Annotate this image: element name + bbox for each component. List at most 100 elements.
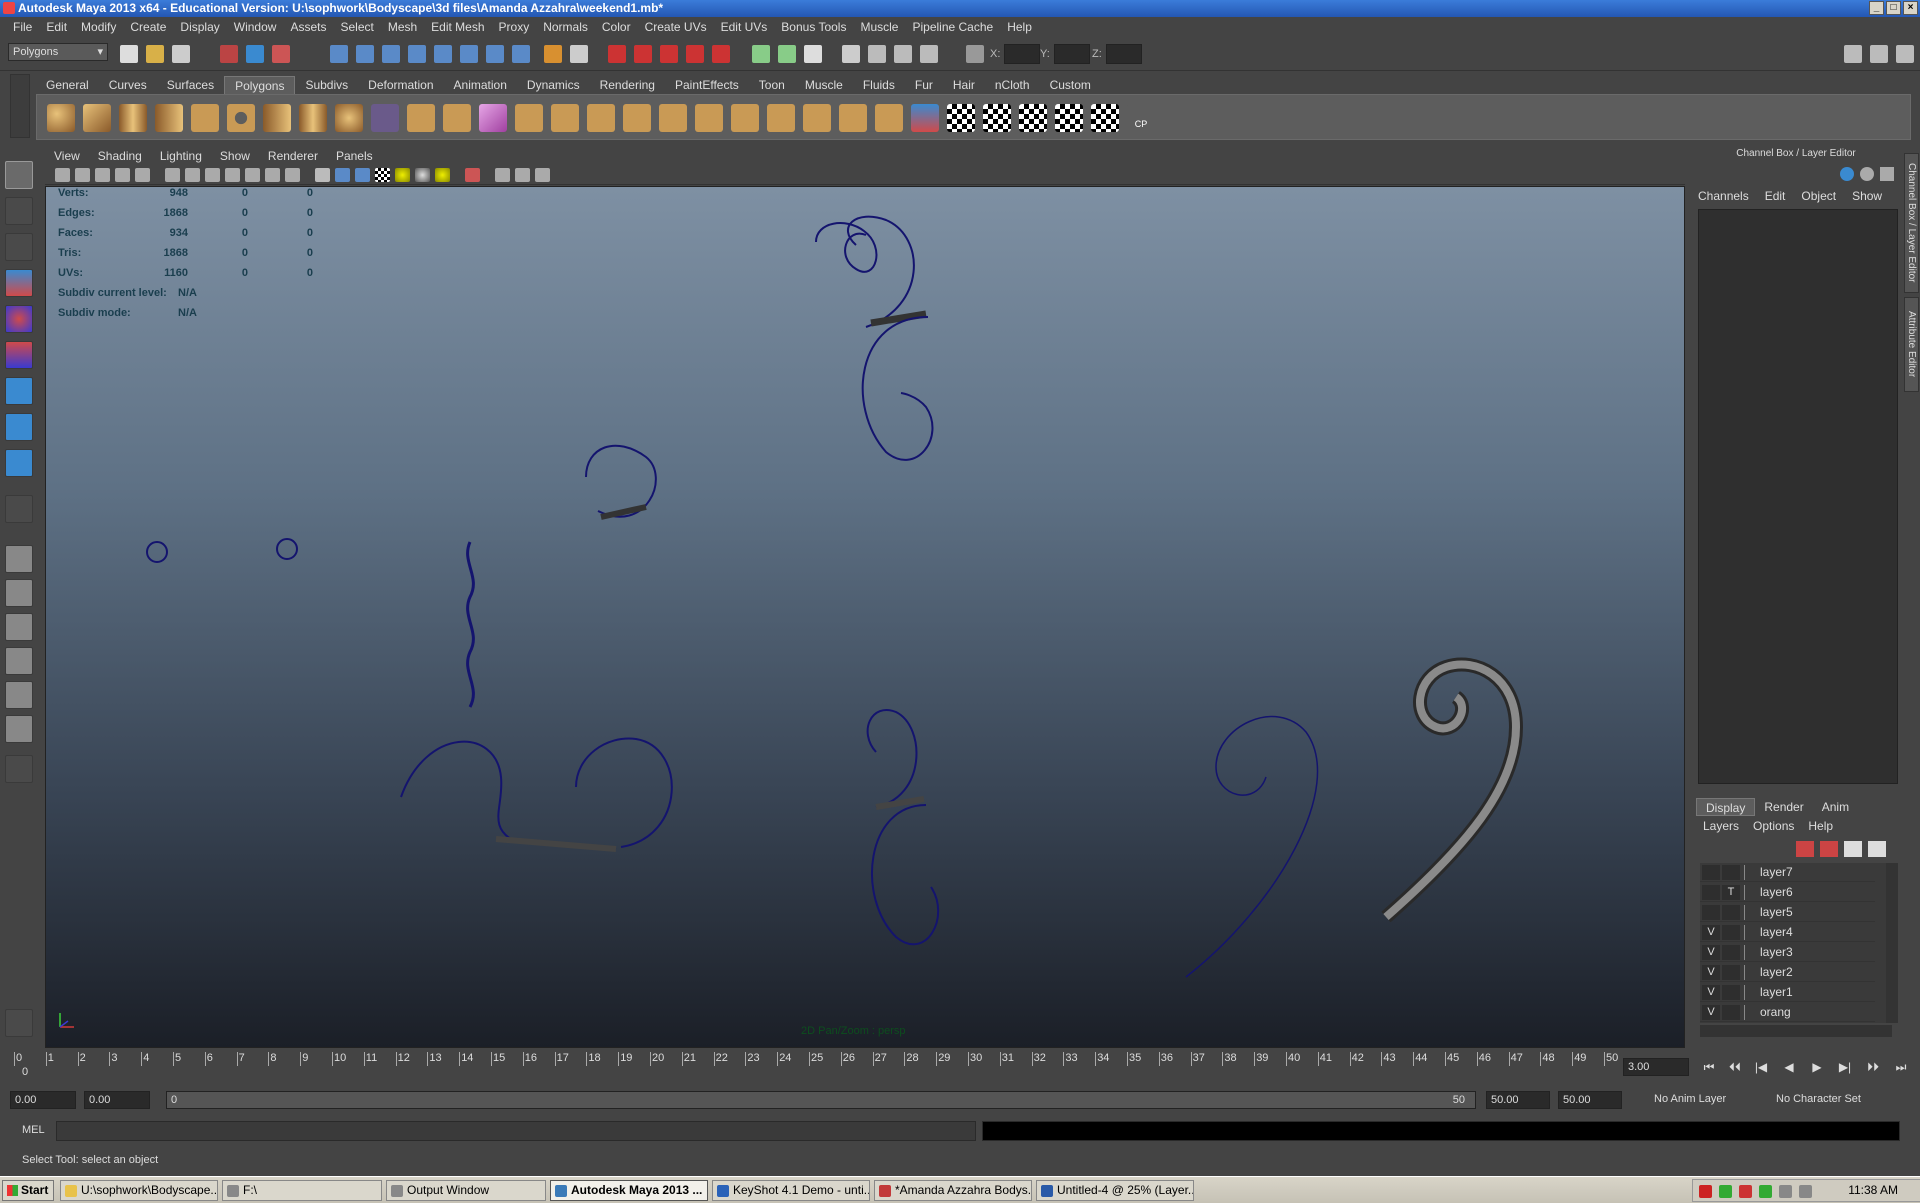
image-plane-icon[interactable]	[115, 168, 130, 182]
viewport-menu-view[interactable]: View	[45, 149, 89, 163]
menu-assets[interactable]: Assets	[283, 20, 333, 34]
layer-tab-anim[interactable]: Anim	[1813, 798, 1858, 816]
spherical-mapping-icon[interactable]	[1019, 104, 1047, 132]
xray-joints-icon[interactable]	[515, 168, 530, 182]
layer-color-swatch[interactable]	[1744, 1005, 1758, 1020]
smooth-icon[interactable]	[479, 104, 507, 132]
poly-cylinder-icon[interactable]	[119, 104, 147, 132]
chain[interactable]	[466, 541, 475, 708]
graph-editor-layout-icon[interactable]	[5, 647, 33, 675]
tool-settings-icon[interactable]	[5, 1009, 33, 1037]
shelf-tab-toon[interactable]: Toon	[749, 76, 795, 94]
boolean-icon[interactable]	[443, 104, 471, 132]
poly-prism-icon[interactable]	[263, 104, 291, 132]
shelf-options-handle[interactable]	[10, 74, 30, 138]
transform-mode-icon[interactable]	[966, 45, 984, 63]
layer-type-toggle[interactable]	[1722, 905, 1740, 920]
snap-point-icon[interactable]	[382, 45, 400, 63]
create-empty-layer-icon[interactable]	[1844, 841, 1862, 857]
shelf-tab-deformation[interactable]: Deformation	[358, 76, 443, 94]
select-camera-icon[interactable]	[55, 168, 70, 182]
xray-icon[interactable]	[495, 168, 510, 182]
layer-visibility-toggle[interactable]	[1702, 865, 1720, 880]
step-back-key-button[interactable]: ⏴⏴	[1726, 1059, 1744, 1075]
step-forward-key-button[interactable]: ⏵⏵	[1864, 1059, 1882, 1075]
layer-row[interactable]: Vlayer2	[1700, 963, 1875, 982]
channel-box-icon[interactable]	[1840, 167, 1854, 181]
lock-icon[interactable]	[544, 45, 562, 63]
x-coord-field[interactable]	[1004, 44, 1040, 64]
offset-edge-loop-icon[interactable]	[731, 104, 759, 132]
z-coord-field[interactable]	[1106, 44, 1142, 64]
bottom-left-curl[interactable]	[575, 737, 673, 848]
right-thin-curve[interactable]	[1185, 715, 1319, 978]
update-tray-icon[interactable]	[1759, 1185, 1772, 1198]
layer-row[interactable]: Tlayer6	[1700, 883, 1875, 902]
channel-box-area[interactable]	[1698, 209, 1898, 784]
poly-torus-icon[interactable]	[227, 104, 255, 132]
render-current-frame-icon[interactable]	[608, 45, 626, 63]
combine-icon[interactable]	[371, 104, 399, 132]
construction-history-icon[interactable]	[570, 45, 588, 63]
menu-help[interactable]: Help	[1000, 20, 1039, 34]
animation-start-field[interactable]: 0.00	[10, 1091, 76, 1109]
layer-list-hscrollbar[interactable]	[1700, 1025, 1892, 1037]
viewport-menu-show[interactable]: Show	[211, 149, 259, 163]
bottom-left-scroll[interactable]	[400, 740, 617, 850]
reduce-icon[interactable]	[515, 104, 543, 132]
step-forward-frame-button[interactable]: ▶|	[1836, 1059, 1854, 1075]
perspective-viewport[interactable]: Verts: 948 0 0 Edges: 1868 0 0 Faces: 934 0 0 Tri…	[45, 186, 1685, 1048]
character-set-dropdown[interactable]: No Character Set	[1772, 1091, 1892, 1109]
side-tab-channel-box[interactable]: Channel Box / Layer Editor	[1904, 153, 1919, 293]
select-tool-icon[interactable]	[5, 161, 33, 189]
select-by-component-icon[interactable]	[272, 45, 290, 63]
xray-components-icon[interactable]	[535, 168, 550, 182]
menu-set-dropdown[interactable]: Polygons	[8, 43, 108, 61]
hud-toggle-icon[interactable]	[285, 168, 300, 182]
taskbar-item-output-window[interactable]: Output Window	[386, 1180, 546, 1201]
layer-menu-layers[interactable]: Layers	[1696, 819, 1746, 833]
menu-color[interactable]: Color	[595, 20, 638, 34]
channel-box-layer-icon[interactable]	[1880, 167, 1894, 181]
snap-plane-icon[interactable]	[408, 45, 426, 63]
snap-curve-icon[interactable]	[356, 45, 374, 63]
layer-color-swatch[interactable]	[1744, 925, 1758, 940]
soft-modification-icon[interactable]	[5, 413, 33, 441]
shelf-tab-fur[interactable]: Fur	[905, 76, 943, 94]
camera-attributes-icon[interactable]	[75, 168, 90, 182]
layer-list-scrollbar[interactable]	[1886, 863, 1898, 1023]
taskbar-item-drive-f[interactable]: F:\	[222, 1180, 382, 1201]
select-by-object-icon[interactable]	[246, 45, 264, 63]
hypershade-layout-icon[interactable]	[5, 681, 33, 709]
menu-bonus-tools[interactable]: Bonus Tools	[774, 20, 853, 34]
shelf-tab-ncloth[interactable]: nCloth	[985, 76, 1040, 94]
merge-icon[interactable]	[767, 104, 795, 132]
planar-mapping-icon[interactable]	[947, 104, 975, 132]
layer-row[interactable]: layer5	[1700, 903, 1875, 922]
last-tool-icon[interactable]	[5, 495, 33, 523]
poly-plane-icon[interactable]	[191, 104, 219, 132]
poly-cube-icon[interactable]	[83, 104, 111, 132]
bevel-icon[interactable]	[803, 104, 831, 132]
layer-color-swatch[interactable]	[1744, 945, 1758, 960]
toggle-attribute-editor-icon[interactable]	[1844, 45, 1862, 63]
snap-live-icon[interactable]	[460, 45, 478, 63]
bookmarks-icon[interactable]	[95, 168, 110, 182]
use-all-lights-icon[interactable]	[395, 168, 410, 182]
viewport-menu-shading[interactable]: Shading	[89, 149, 151, 163]
display-mode-icon[interactable]	[842, 45, 860, 63]
menu-edit-uvs[interactable]: Edit UVs	[714, 20, 775, 34]
layer-tab-display[interactable]: Display	[1696, 798, 1756, 816]
shelf-tab-animation[interactable]: Animation	[444, 76, 517, 94]
step-back-frame-button[interactable]: |◀	[1752, 1059, 1770, 1075]
snap-view-icon[interactable]	[486, 45, 504, 63]
create-layer-from-selected-icon[interactable]	[1868, 841, 1886, 857]
poly-soccer-ball-icon[interactable]	[335, 104, 363, 132]
wireframe-on-shaded-icon[interactable]	[355, 168, 370, 182]
taskbar-item-keyshot[interactable]: KeyShot 4.1 Demo - unti...	[712, 1180, 870, 1201]
separate-icon[interactable]	[407, 104, 435, 132]
viewport-menu-panels[interactable]: Panels	[327, 149, 382, 163]
show-manipulator-icon[interactable]	[5, 449, 33, 477]
menu-display[interactable]: Display	[173, 20, 226, 34]
go-to-end-button[interactable]: ⏭	[1892, 1059, 1910, 1075]
